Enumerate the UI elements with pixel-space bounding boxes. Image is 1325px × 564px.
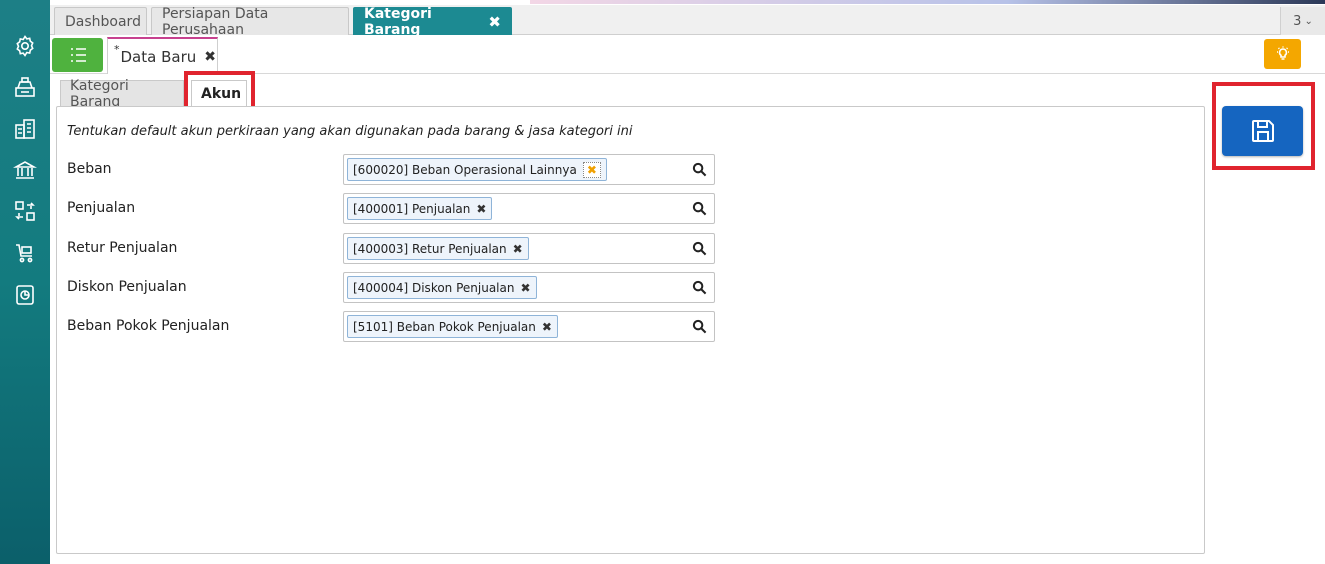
- search-icon[interactable]: [692, 241, 708, 257]
- field-label: Penjualan: [67, 200, 136, 216]
- bottom-edge: [50, 559, 1325, 564]
- unsaved-marker: *: [114, 43, 120, 56]
- account-chip: [600020] Beban Operasional Lainnya ✖: [347, 158, 607, 181]
- remove-icon[interactable]: ✖: [582, 161, 601, 178]
- account-chip: [400004] Diskon Penjualan ✖: [347, 276, 537, 299]
- hint-button[interactable]: [1264, 39, 1301, 69]
- tab-label: Persiapan Data Perusahaan: [162, 5, 269, 38]
- cart-icon[interactable]: [12, 240, 38, 266]
- field-label: Diskon Penjualan: [67, 279, 187, 295]
- lightbulb-icon: [1276, 46, 1289, 60]
- bank-icon[interactable]: [12, 157, 38, 183]
- save-button[interactable]: [1222, 106, 1303, 156]
- close-icon[interactable]: ✖: [204, 49, 216, 65]
- field-label: Retur Penjualan: [67, 240, 178, 256]
- field-row-beban-pokok-penjualan: Beban Pokok Penjualan [5101] Beban Pokok…: [67, 311, 1067, 343]
- chip-label: [400001] Penjualan: [353, 201, 471, 216]
- account-chip: [400003] Retur Penjualan ✖: [347, 237, 529, 260]
- chip-label: [400003] Retur Penjualan: [353, 241, 507, 256]
- field-row-diskon-penjualan: Diskon Penjualan [400004] Diskon Penjual…: [67, 272, 1067, 304]
- beban-pokok-penjualan-account-field[interactable]: [5101] Beban Pokok Penjualan ✖: [343, 311, 715, 342]
- gear-icon[interactable]: [12, 33, 38, 59]
- report-icon[interactable]: [12, 282, 38, 308]
- tab-count-dropdown[interactable]: 3 ⌄: [1280, 7, 1325, 35]
- tab-dashboard[interactable]: Dashboard: [54, 7, 147, 35]
- tab-persiapan-data-perusahaan[interactable]: Persiapan Data Perusahaan: [151, 5, 349, 38]
- search-icon[interactable]: [692, 201, 708, 217]
- tab-count: 3: [1293, 13, 1302, 29]
- sidebar: [0, 0, 50, 564]
- transfer-icon[interactable]: [12, 198, 38, 224]
- field-row-beban: Beban [600020] Beban Operasional Lainnya…: [67, 154, 1067, 186]
- tab-kategori-barang-form[interactable]: Kategori Barang: [60, 78, 184, 110]
- field-label: Beban: [67, 161, 112, 177]
- chip-label: [400004] Diskon Penjualan: [353, 280, 515, 295]
- retur-penjualan-account-field[interactable]: [400003] Retur Penjualan ✖: [343, 233, 715, 264]
- tab-kategori-barang[interactable]: Kategori Barang ✖: [353, 5, 512, 38]
- chip-label: [5101] Beban Pokok Penjualan: [353, 319, 536, 334]
- field-row-penjualan: Penjualan [400001] Penjualan ✖: [67, 193, 1067, 225]
- search-icon[interactable]: [692, 280, 708, 296]
- cash-register-icon[interactable]: [12, 74, 38, 100]
- search-icon[interactable]: [692, 319, 708, 335]
- tab-label: Dashboard: [65, 13, 141, 30]
- list-button[interactable]: [52, 38, 103, 72]
- remove-icon[interactable]: ✖: [476, 202, 486, 216]
- doc-tab-data-baru[interactable]: * Data Baru ✖: [107, 37, 218, 74]
- floppy-disk-icon: [1251, 120, 1274, 142]
- remove-icon[interactable]: ✖: [520, 281, 530, 295]
- document-toolbar: * Data Baru ✖: [50, 35, 1325, 74]
- chevron-down-icon: ⌄: [1304, 15, 1313, 27]
- account-chip: [400001] Penjualan ✖: [347, 197, 493, 220]
- chip-label: [600020] Beban Operasional Lainnya: [353, 162, 577, 177]
- building-icon[interactable]: [12, 116, 38, 142]
- tab-label: Kategori Barang: [364, 5, 432, 38]
- close-icon[interactable]: ✖: [488, 13, 501, 31]
- list-icon: [70, 48, 86, 62]
- diskon-penjualan-account-field[interactable]: [400004] Diskon Penjualan ✖: [343, 272, 715, 303]
- akun-panel: Tentukan default akun perkiraan yang aka…: [56, 106, 1205, 554]
- account-chip: [5101] Beban Pokok Penjualan ✖: [347, 315, 558, 338]
- top-tab-bar: Dashboard Persiapan Data Perusahaan Kate…: [50, 5, 1325, 38]
- beban-account-field[interactable]: [600020] Beban Operasional Lainnya ✖: [343, 154, 715, 185]
- remove-icon[interactable]: ✖: [513, 242, 523, 256]
- panel-description: Tentukan default akun perkiraan yang aka…: [67, 124, 633, 139]
- doc-tab-label: Data Baru: [120, 47, 197, 66]
- search-icon[interactable]: [692, 162, 708, 178]
- field-label: Beban Pokok Penjualan: [67, 318, 230, 334]
- field-row-retur-penjualan: Retur Penjualan [400003] Retur Penjualan…: [67, 233, 1067, 265]
- penjualan-account-field[interactable]: [400001] Penjualan ✖: [343, 193, 715, 224]
- remove-icon[interactable]: ✖: [542, 320, 552, 334]
